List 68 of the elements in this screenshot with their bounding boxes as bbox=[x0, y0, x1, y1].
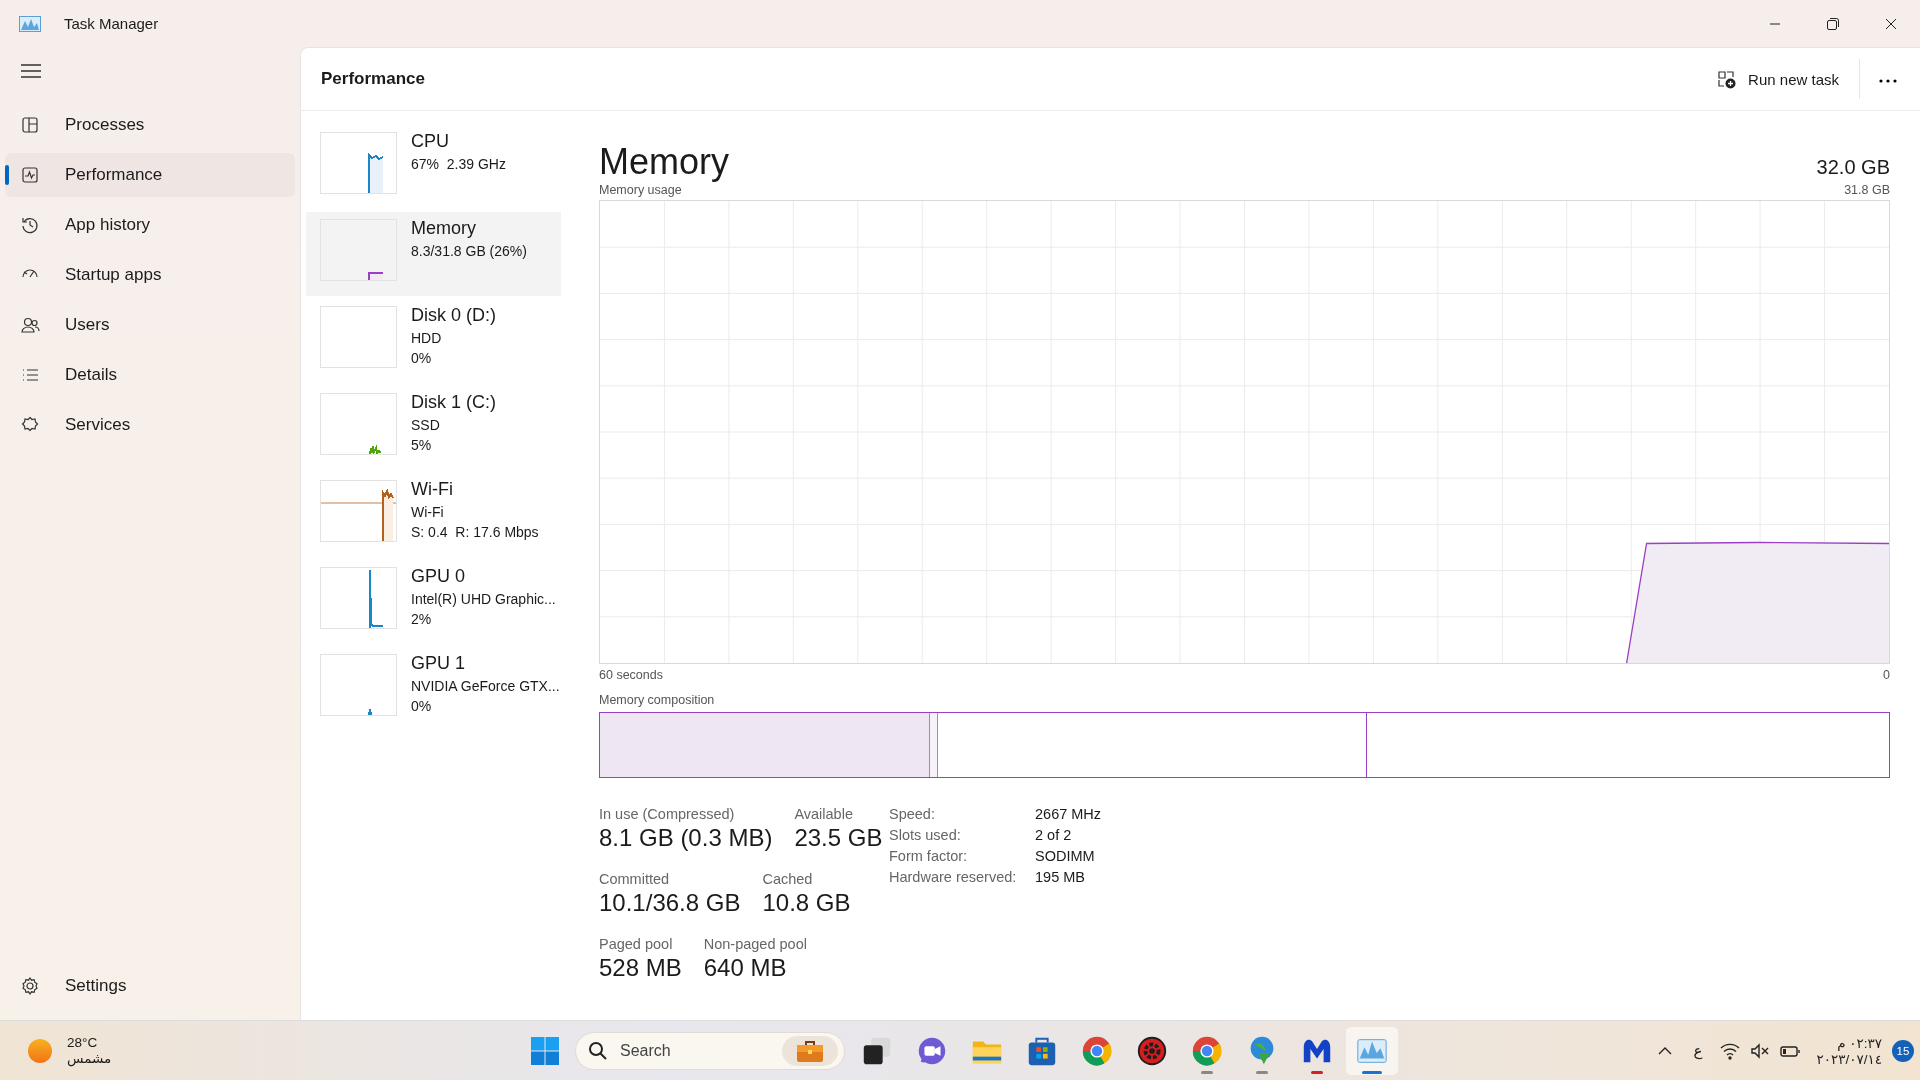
stat-label: Paged pool bbox=[599, 936, 674, 952]
axis-label: 60 seconds bbox=[599, 668, 663, 682]
device-item[interactable]: GPU 1 NVIDIA GeForce GTX... 0% bbox=[306, 647, 561, 731]
stat-value: 10.1/36.8 GB bbox=[599, 889, 741, 917]
settings-button[interactable]: Settings bbox=[5, 964, 295, 1008]
more-icon bbox=[1878, 77, 1898, 84]
notification-badge[interactable]: 15 bbox=[1892, 1039, 1914, 1062]
page-title: Performance bbox=[321, 69, 425, 89]
run-task-icon bbox=[1716, 69, 1737, 89]
menu-button[interactable] bbox=[20, 63, 42, 79]
nav-item[interactable]: Services bbox=[5, 403, 295, 447]
composition-label: Memory composition bbox=[599, 693, 716, 707]
language-button[interactable]: ع bbox=[1683, 1035, 1713, 1066]
window-title: Task Manager bbox=[64, 15, 159, 32]
processes-icon bbox=[20, 115, 40, 135]
wifi-icon bbox=[1720, 1041, 1741, 1060]
spec-value: 2 of 2 bbox=[1035, 827, 1073, 843]
stat-label: In use (Compressed) bbox=[599, 806, 736, 822]
spec-value: 2667 MHz bbox=[1035, 806, 1102, 822]
axis-label: 0 bbox=[1883, 668, 1890, 682]
nav-item[interactable]: Users bbox=[5, 303, 295, 347]
device-item[interactable]: Disk 0 (D:) HDD 0% bbox=[306, 299, 561, 383]
device-item[interactable]: GPU 0 Intel(R) UHD Graphic... 2% bbox=[306, 560, 561, 644]
stat-value: 640 MB bbox=[703, 954, 788, 982]
search-bar[interactable]: Search bbox=[575, 1031, 845, 1070]
spec-label: Slots used: bbox=[889, 827, 962, 843]
spec-value: SODIMM bbox=[1035, 848, 1096, 864]
nav-item[interactable]: Startup apps bbox=[5, 253, 295, 297]
total-memory: 32.0 GB bbox=[1816, 156, 1890, 179]
run-new-task-button[interactable]: Run new task bbox=[1704, 61, 1851, 97]
search-field[interactable]: Search bbox=[618, 1040, 772, 1061]
graph-label: Memory usage bbox=[599, 183, 682, 197]
stat-value: 10.8 GB bbox=[762, 889, 851, 917]
device-item[interactable]: Memory 8.3/31.8 GB (26%) bbox=[306, 212, 561, 296]
spec-value: 195 MB bbox=[1035, 869, 1086, 885]
close-icon bbox=[1884, 16, 1898, 31]
history-icon bbox=[20, 215, 40, 235]
stat-label: Non-paged pool bbox=[703, 936, 807, 952]
spec-label: Form factor: bbox=[889, 848, 969, 864]
search-icon bbox=[588, 1040, 608, 1061]
weather-condition: مشمس bbox=[67, 1050, 112, 1066]
minimize-icon bbox=[1770, 22, 1780, 25]
device-item[interactable]: Disk 1 (C:) SSD 5% bbox=[306, 386, 561, 470]
nav-item[interactable]: App history bbox=[5, 203, 295, 247]
device-item[interactable]: Wi-Fi Wi-Fi S: 0.4 R: 17.6 Mbps bbox=[306, 473, 561, 557]
nav-item[interactable]: Processes bbox=[5, 103, 295, 147]
temperature: 28°C bbox=[67, 1035, 99, 1050]
spec-label: Hardware reserved: bbox=[889, 869, 1018, 885]
performance-icon bbox=[20, 165, 40, 185]
mute-icon bbox=[1750, 1041, 1771, 1060]
settings-icon bbox=[20, 976, 40, 996]
nav-item[interactable]: Details bbox=[5, 353, 295, 397]
graph-max-label: 31.8 GB bbox=[1844, 183, 1890, 197]
stat-value: 528 MB bbox=[599, 954, 682, 982]
task-manager-icon bbox=[19, 15, 41, 32]
resource-title: Memory bbox=[599, 141, 729, 183]
stat-label: Committed bbox=[599, 871, 671, 887]
restore-icon bbox=[1826, 16, 1840, 31]
stat-label: Cached bbox=[762, 871, 814, 887]
device-item[interactable]: CPU 67% 2.39 GHz bbox=[306, 125, 561, 209]
sun-icon[interactable] bbox=[27, 1037, 53, 1064]
clock[interactable]: ٠٢:٣٧ م ٢٠٢٣/٠٧/١٤ bbox=[1808, 1030, 1890, 1071]
stat-value: 23.5 GB bbox=[794, 824, 883, 852]
stat-label: Available bbox=[794, 806, 854, 822]
users-icon bbox=[20, 315, 40, 335]
stat-value: 8.1 GB (0.3 MB) bbox=[599, 824, 773, 852]
nav-item[interactable]: Performance bbox=[5, 153, 295, 197]
spec-label: Speed: bbox=[889, 806, 936, 822]
